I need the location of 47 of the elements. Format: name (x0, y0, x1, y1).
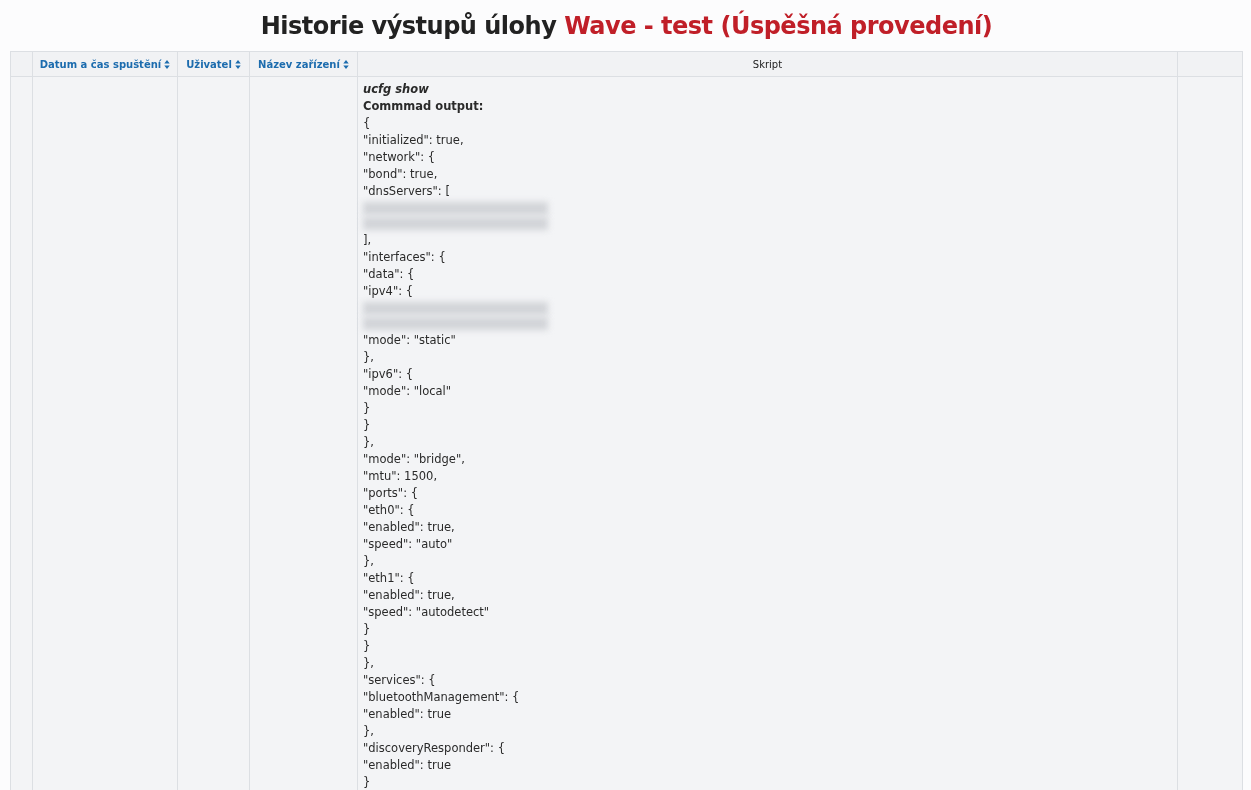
output-line: "data": { (363, 266, 415, 283)
command-name: ucfg show (363, 81, 429, 98)
output-line: } (363, 774, 371, 790)
output-line: }, (363, 655, 374, 672)
output-line: "discoveryResponder": { (363, 740, 505, 757)
output-line: { (363, 115, 371, 132)
sort-header[interactable]: Název zařízení (258, 58, 349, 70)
output-line: ], (363, 232, 372, 249)
output-line: "enabled": true, (363, 587, 455, 604)
output-line: "speed": "auto" (363, 536, 453, 553)
output-line: "bond": true, (363, 166, 438, 183)
output-line: }, (363, 434, 374, 451)
output-label: Commmad output: (363, 98, 484, 115)
output-line: "services": { (363, 672, 436, 689)
output-line: } (363, 638, 371, 655)
output-line: } (363, 417, 371, 434)
output-line: "ports": { (363, 485, 418, 502)
column-header: Skript (752, 58, 783, 70)
output-line: "ipv4": { (363, 283, 414, 300)
output-line: "dnsServers": [ (363, 183, 450, 200)
output-line: "mtu": 1500, (363, 468, 438, 485)
output-line: "speed": "autodetect" (363, 604, 490, 621)
output-line: "network": { (363, 149, 436, 166)
output-line: "mode": "local" (363, 383, 452, 400)
sort-icon (234, 59, 241, 69)
output-line: "interfaces": { (363, 249, 446, 266)
sort-icon (164, 59, 171, 69)
output-line: "eth0": { (363, 502, 415, 519)
output-line: "eth1": { (363, 570, 415, 587)
output-line: "enabled": true (363, 706, 451, 723)
sort-icon (342, 59, 349, 69)
task-name: Wave - test (Úspěšná provedení) (564, 12, 993, 40)
output-line: }, (363, 553, 374, 570)
output-line: } (363, 400, 371, 417)
output-line: "mode": "bridge", (363, 451, 465, 468)
output-line: "bluetoothManagement": { (363, 689, 520, 706)
page-title: Historie výstupů úlohy (260, 12, 557, 40)
sort-header[interactable]: Datum a čas spuštění (39, 58, 171, 70)
output-line: "ipv6": { (363, 366, 414, 383)
output-line: }, (363, 723, 374, 740)
output-line: }, (363, 349, 374, 366)
output-line: "initialized": true, (363, 132, 464, 149)
output-line: "enabled": true (363, 757, 451, 774)
output-line: "mode": "static" (363, 332, 456, 349)
output-line: } (363, 621, 371, 638)
sort-header[interactable]: Uživatel (186, 58, 241, 70)
output-line: "enabled": true, (363, 519, 455, 536)
